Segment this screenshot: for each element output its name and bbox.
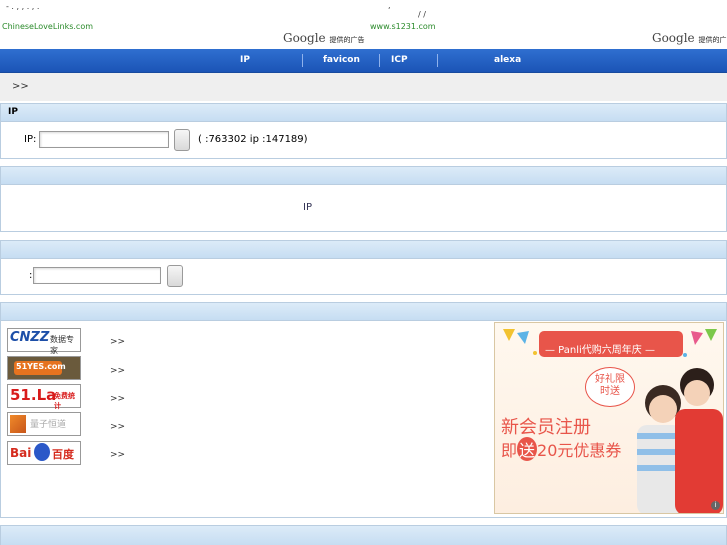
51la-logo-sub: 免费统计 — [54, 392, 75, 410]
ad-info-icon[interactable]: i — [711, 501, 720, 510]
ip-query-button[interactable] — [174, 129, 190, 151]
ip-result-panel: IP — [0, 166, 727, 232]
nav-divider — [302, 54, 303, 67]
51yes-logo-text: 51YES.com — [16, 362, 66, 371]
site-link-s1231[interactable]: www.s1231.com — [370, 22, 436, 31]
51yes-logo[interactable]: 51YES.com — [7, 356, 81, 380]
panel-title: IP — [8, 107, 18, 117]
baidu-logo-sub: 百度 — [52, 448, 74, 461]
ad-line-2-prefix: 即 — [501, 441, 518, 460]
visit-stats-text: ( :763302 ip :147189) — [198, 134, 308, 145]
linezing-logo[interactable]: 量子恒道 — [7, 412, 81, 436]
ads-by-text: 提供的广告 — [329, 36, 365, 44]
bottom-panel — [0, 525, 727, 545]
linezing-arrow[interactable]: >> — [110, 422, 125, 432]
panel-header — [1, 303, 726, 321]
nav-divider — [379, 54, 380, 67]
top-slashes: / / — [418, 10, 426, 19]
baidu-logo[interactable]: Bai 百度 — [7, 441, 81, 465]
ad-line-2: 即送 20元优惠券 — [501, 437, 621, 461]
baidu-arrow[interactable]: >> — [110, 450, 125, 460]
google-brand: Google — [652, 31, 695, 45]
top-dot-center: , — [388, 1, 391, 10]
breadcrumb: >> — [0, 73, 727, 101]
site-link-chineselovelinks[interactable]: ChineseLoveLinks.com — [2, 22, 93, 31]
ip-input-label: IP: — [24, 134, 37, 145]
linezing-logo-text: 量子恒道 — [30, 420, 67, 430]
lookup-input[interactable] — [33, 267, 161, 284]
ad-line-1: 新会员注册 — [501, 417, 591, 438]
cnzz-arrow[interactable]: >> — [110, 337, 125, 347]
51yes-arrow[interactable]: >> — [110, 366, 125, 376]
panli-ad-banner[interactable]: — Panli代购六周年庆 — 好礼限时送 新会员注册 即送 20元优惠券 i — [494, 322, 724, 514]
main-nav: IP favicon ICP alexa — [0, 49, 727, 73]
ad-banner-text: — Panli代购六周年庆 — — [545, 345, 655, 356]
nav-alexa[interactable]: alexa — [494, 55, 521, 65]
cnzz-logo[interactable]: CNZZ 数据专家 — [7, 328, 81, 355]
cnzz-logo-text: CNZZ — [10, 330, 50, 345]
lookup-panel: : — [0, 240, 727, 295]
panel-header — [1, 167, 726, 185]
baidu-paw-icon — [34, 443, 50, 461]
panel-header — [1, 241, 726, 259]
baidu-logo-text: Bai — [10, 446, 32, 460]
google-brand: Google — [283, 31, 326, 45]
51la-logo-text: 51.La — [10, 386, 57, 404]
nav-ip[interactable]: IP — [240, 55, 250, 65]
nav-divider — [437, 54, 438, 67]
cnzz-logo-sub: 数据专家 — [50, 335, 74, 355]
nav-favicon[interactable]: favicon — [323, 55, 360, 65]
51la-logo[interactable]: 51.La 免费统计 — [7, 384, 81, 410]
panel-header — [1, 526, 726, 545]
ad-line-2-highlight: 送 — [517, 437, 538, 461]
breadcrumb-arrow: >> — [12, 81, 29, 92]
panel-header: IP — [1, 104, 726, 122]
google-ads-label-1[interactable]: Google 提供的广告 — [283, 31, 364, 45]
ip-query-panel: IP IP: ( :763302 ip :147189) — [0, 103, 727, 159]
51la-arrow[interactable]: >> — [110, 394, 125, 404]
ad-line-2-suffix: 20元优惠券 — [537, 441, 622, 460]
top-dots-left: - . , , . , . — [6, 2, 40, 11]
nav-icp[interactable]: ICP — [391, 55, 408, 65]
ad-people-illustration — [637, 368, 723, 513]
lookup-button[interactable] — [167, 265, 183, 287]
ad-title-ribbon: — Panli代购六周年庆 — — [539, 331, 683, 357]
lookup-input-label: : — [29, 270, 33, 281]
ip-result-text: IP — [303, 202, 312, 213]
ip-input[interactable] — [39, 131, 169, 148]
